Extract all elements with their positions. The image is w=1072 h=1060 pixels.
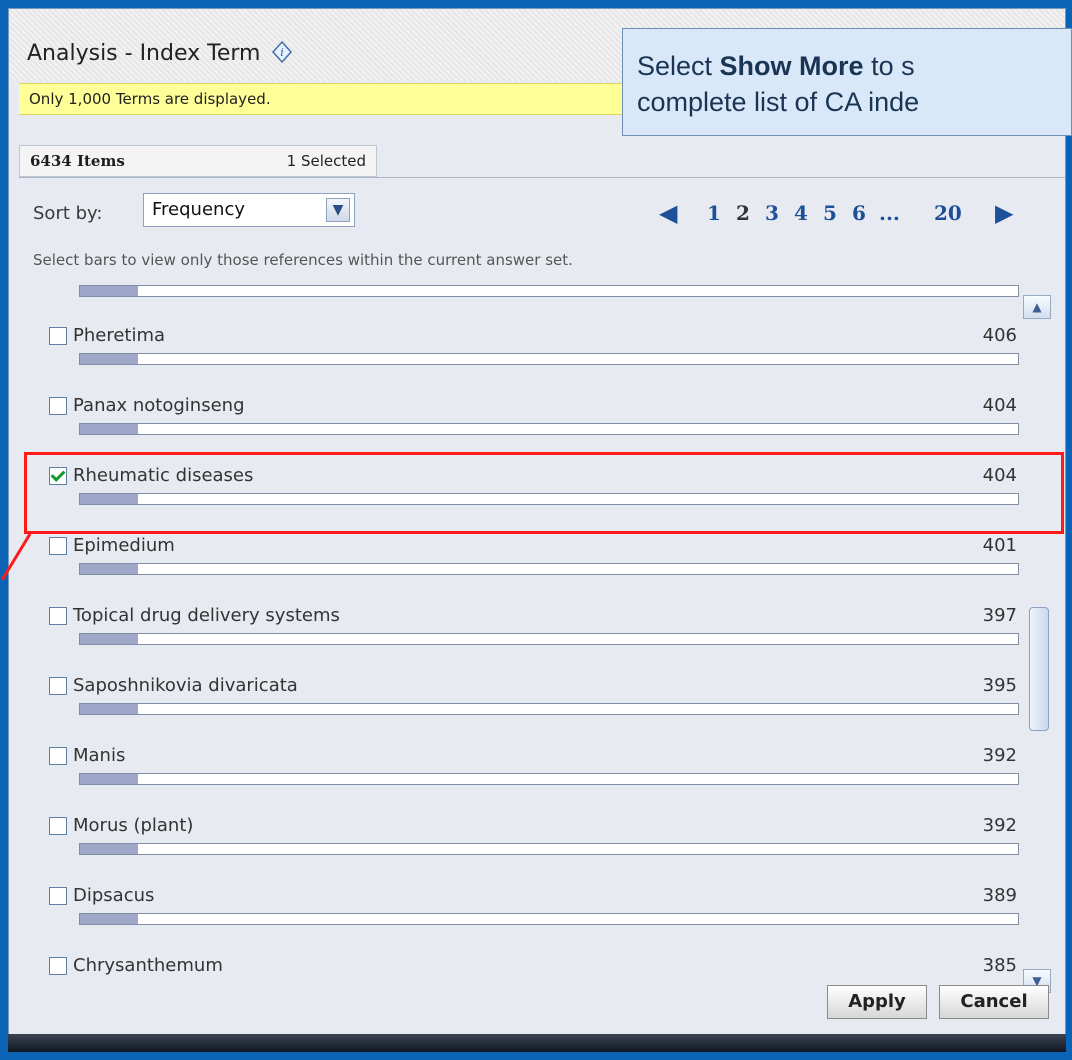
list-item: Saposhnikovia divaricata 395 bbox=[43, 647, 1023, 717]
items-count: 6434 Items bbox=[30, 152, 125, 170]
term-count: 397 bbox=[982, 605, 1017, 626]
checkbox[interactable] bbox=[49, 327, 67, 345]
term-bar-fill bbox=[80, 914, 138, 924]
instruction-callout: Select Show More to s complete list of C… bbox=[622, 28, 1072, 136]
checkbox[interactable] bbox=[49, 677, 67, 695]
page-link-20[interactable]: 20 bbox=[934, 201, 962, 225]
panel-title-text: Analysis - Index Term bbox=[27, 41, 261, 66]
term-bar-fill bbox=[80, 354, 138, 364]
term-count: 392 bbox=[982, 745, 1017, 766]
checkbox[interactable] bbox=[49, 957, 67, 975]
callout-line-1: Select Show More to s bbox=[637, 51, 1071, 82]
previous-row-bar[interactable] bbox=[79, 285, 1019, 297]
term-bar[interactable] bbox=[79, 773, 1019, 785]
info-icon[interactable]: i bbox=[271, 41, 293, 63]
callout-leader-line bbox=[0, 534, 32, 580]
selection-hint: Select bars to view only those reference… bbox=[33, 251, 573, 269]
list-item: Panax notoginseng 404 bbox=[43, 367, 1023, 437]
checkbox[interactable] bbox=[49, 817, 67, 835]
term-bar-fill bbox=[80, 704, 138, 714]
term-label: Panax notoginseng bbox=[73, 395, 245, 416]
term-bar[interactable] bbox=[79, 353, 1019, 365]
triangle-right-icon[interactable]: ▶ bbox=[995, 199, 1013, 227]
term-count: 385 bbox=[982, 955, 1017, 976]
triangle-left-icon[interactable]: ◀ bbox=[659, 199, 677, 227]
sort-label: Sort by: bbox=[33, 203, 103, 224]
list-item: Pheretima 406 bbox=[43, 297, 1023, 367]
term-label: Manis bbox=[73, 745, 126, 766]
term-bar[interactable] bbox=[79, 633, 1019, 645]
apply-button[interactable]: Apply bbox=[827, 985, 927, 1019]
checkbox[interactable] bbox=[49, 887, 67, 905]
cancel-button[interactable]: Cancel bbox=[939, 985, 1049, 1019]
term-label: Topical drug delivery systems bbox=[73, 605, 340, 626]
term-bar-fill bbox=[80, 844, 138, 854]
callout-line-2: complete list of CA inde bbox=[637, 87, 920, 117]
sort-value: Frequency bbox=[152, 199, 245, 220]
chevron-down-icon[interactable]: ▼ bbox=[326, 198, 350, 222]
svg-text:i: i bbox=[281, 46, 285, 59]
term-count: 406 bbox=[982, 325, 1017, 346]
status-bar: 6434 Items 1 Selected bbox=[19, 145, 1065, 178]
selected-row-highlight bbox=[24, 452, 1064, 534]
term-label: Chrysanthemum bbox=[73, 955, 223, 976]
checkbox[interactable] bbox=[49, 747, 67, 765]
list-scrollbar[interactable]: ▲ ▼ bbox=[1023, 295, 1051, 993]
list-item: Morus (plant) 392 bbox=[43, 787, 1023, 857]
term-label: Saposhnikovia divaricata bbox=[73, 675, 298, 696]
scrollbar-thumb[interactable] bbox=[1029, 607, 1049, 731]
list-item: Dipsacus 389 bbox=[43, 857, 1023, 927]
page-ellipsis: ... bbox=[879, 201, 900, 225]
page-link-3[interactable]: 3 bbox=[765, 201, 779, 225]
list-item: Topical drug delivery systems 397 bbox=[43, 577, 1023, 647]
panel-title: Analysis - Index Term i bbox=[27, 41, 293, 66]
callout-text: to s bbox=[863, 51, 915, 81]
page-link-4[interactable]: 4 bbox=[794, 201, 808, 225]
status-box: 6434 Items 1 Selected bbox=[19, 145, 377, 177]
page-link-6[interactable]: 6 bbox=[852, 201, 866, 225]
page-current-2: 2 bbox=[736, 201, 750, 225]
notice-text: Only 1,000 Terms are displayed. bbox=[29, 90, 271, 108]
selected-count: 1 Selected bbox=[286, 152, 366, 170]
term-bar-fill bbox=[80, 424, 138, 434]
term-count: 389 bbox=[982, 885, 1017, 906]
index-term-list: Pheretima 406 Panax notoginseng 404 Rheu… bbox=[43, 283, 1043, 1023]
term-bar[interactable] bbox=[79, 843, 1019, 855]
term-count: 392 bbox=[982, 815, 1017, 836]
page-link-5[interactable]: 5 bbox=[823, 201, 837, 225]
term-label: Dipsacus bbox=[73, 885, 155, 906]
callout-show-more: Show More bbox=[719, 51, 864, 81]
term-count: 395 bbox=[982, 675, 1017, 696]
chevron-up-icon[interactable]: ▲ bbox=[1023, 295, 1051, 319]
checkbox[interactable] bbox=[49, 607, 67, 625]
term-bar[interactable] bbox=[79, 703, 1019, 715]
term-bar-fill bbox=[80, 774, 138, 784]
sort-select[interactable]: Frequency ▼ bbox=[143, 193, 355, 227]
checkbox[interactable] bbox=[49, 537, 67, 555]
term-bar[interactable] bbox=[79, 913, 1019, 925]
term-bar[interactable] bbox=[79, 423, 1019, 435]
callout-text: Select bbox=[637, 51, 720, 81]
term-label: Pheretima bbox=[73, 325, 166, 346]
window-bottom-strip bbox=[8, 1034, 1066, 1052]
term-label: Morus (plant) bbox=[73, 815, 194, 836]
page-link-1[interactable]: 1 bbox=[707, 201, 721, 225]
term-bar-fill bbox=[80, 564, 138, 574]
previous-row-bar-fill bbox=[80, 286, 138, 296]
term-bar-fill bbox=[80, 634, 138, 644]
checkbox[interactable] bbox=[49, 397, 67, 415]
term-bar[interactable] bbox=[79, 563, 1019, 575]
list-item: Manis 392 bbox=[43, 717, 1023, 787]
term-label: Epimedium bbox=[73, 535, 175, 556]
term-count: 401 bbox=[982, 535, 1017, 556]
term-count: 404 bbox=[982, 395, 1017, 416]
